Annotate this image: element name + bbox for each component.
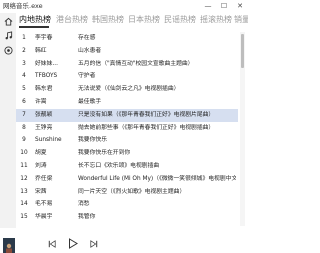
song-title: 我要你快乐: [78, 137, 107, 144]
active-tab-indicator: [19, 26, 49, 28]
album-art[interactable]: [3, 238, 15, 253]
song-artist: 刘涛: [35, 163, 47, 169]
song-number: 14: [20, 201, 28, 208]
song-row[interactable]: 6 许嵩 最佳歌手: [16, 96, 238, 109]
song-title: 只是没有如果（《那年青春我们正好》电视剧片尾曲）: [78, 111, 215, 118]
song-artist: Sunshine: [35, 137, 62, 144]
tab-korea[interactable]: 韩国热榜: [92, 15, 124, 25]
song-artist: 华晨宇: [35, 214, 53, 221]
song-artist: 王铮亮: [35, 124, 53, 131]
song-title: 存在感: [78, 35, 96, 41]
song-row[interactable]: 5 韩东君 无法说爱（《仙剑云之凡》电视剧插曲）: [16, 83, 238, 96]
song-artist: TFBOYS: [35, 73, 58, 80]
song-artist: 好妹妹...: [35, 60, 58, 67]
song-list: 1 李宇春 存在感 2 韩红 山水患者 3 好妹妹... 五月的信（"真情互动"校园文宣歌曲…: [16, 32, 238, 226]
tab-japan[interactable]: 日本热榜: [128, 15, 160, 25]
home-icon[interactable]: [0, 15, 16, 28]
song-number: 5: [22, 86, 26, 93]
song-title: 我管你: [78, 214, 96, 221]
previous-icon[interactable]: [46, 238, 58, 250]
song-artist: 韩红: [35, 47, 47, 54]
record-icon[interactable]: [0, 44, 16, 57]
song-number: 12: [20, 175, 28, 182]
song-row[interactable]: 2 韩红 山水患者: [16, 45, 238, 58]
song-row[interactable]: 13 宋茜 同一片天空（《烈火如歌》电视剧主题曲）: [16, 186, 238, 199]
song-artist: 李宇春: [35, 35, 53, 41]
song-artist: 胡夏: [35, 150, 47, 157]
music-note-icon[interactable]: [0, 29, 16, 42]
close-button[interactable]: ✕: [232, 0, 248, 13]
song-title: 同一片天空（《烈火如歌》电视剧主题曲）: [78, 188, 186, 195]
song-row[interactable]: 9 Sunshine 我要你快乐: [16, 134, 238, 147]
song-artist: 毛不易: [35, 201, 53, 208]
tab-hk-tw[interactable]: 港台热榜: [56, 15, 88, 25]
minimize-button[interactable]: —: [200, 0, 216, 13]
song-row-selected[interactable]: 7 张靓颖 只是没有如果（《那年青春我们正好》电视剧片尾曲）: [16, 108, 238, 122]
tab-sales[interactable]: 销量热: [234, 15, 248, 25]
song-row[interactable]: 15 华晨宇 我管你: [16, 211, 238, 224]
song-number: 1: [22, 35, 26, 41]
song-row[interactable]: 11 刘涛 长不忘口《欢乐颂》电视剧插曲: [16, 160, 238, 173]
play-icon[interactable]: [66, 236, 80, 250]
chart-tabs: 内地热榜 港台热榜 韩国热榜 日本热榜 民谣热榜 摇滚热榜 销量热: [16, 13, 248, 29]
song-number: 3: [22, 60, 26, 67]
song-title: 山水患者: [78, 47, 102, 54]
song-title: 五月的信（"真情互动"校园文宣歌曲主题曲）: [78, 60, 194, 67]
song-number: 10: [20, 150, 28, 157]
tab-folk[interactable]: 民谣热榜: [164, 15, 196, 25]
tab-rock[interactable]: 摇滚热榜: [200, 15, 232, 25]
song-number: 7: [22, 111, 26, 118]
song-number: 13: [20, 188, 28, 195]
song-title: 消愁: [78, 201, 90, 208]
app-title: 网络音乐.exe: [3, 2, 43, 10]
title-bar: 网络音乐.exe — ☐ ✕: [0, 0, 248, 13]
song-row[interactable]: 8 王铮亮 抛去她前那些事（《那年青春我们正好》电视剧插曲）: [16, 122, 238, 135]
song-row[interactable]: 14 毛不易 消愁: [16, 198, 238, 211]
song-row[interactable]: 12 乔任梁 Wonderful Life (Mi Oh My)（《微微一笑很倾城》…: [16, 173, 238, 186]
song-row[interactable]: 10 胡夏 我要你快乐在开到你: [16, 147, 238, 160]
song-row[interactable]: 1 李宇春 存在感: [16, 32, 238, 45]
song-title: Wonderful Life (Mi Oh My)（《微微一笑很倾城》电视剧中文…: [78, 175, 236, 182]
song-title: 无法说爱（《仙剑云之凡》电视剧插曲）: [78, 86, 180, 93]
sidebar: [0, 13, 16, 253]
song-artist: 韩东君: [35, 86, 53, 93]
window-controls: — ☐ ✕: [200, 0, 248, 13]
song-title: 长不忘口《欢乐颂》电视剧插曲: [78, 163, 160, 169]
song-title: 最佳歌手: [78, 99, 102, 105]
player-bar: [0, 228, 248, 253]
song-number: 9: [22, 137, 26, 144]
song-number: 2: [22, 47, 26, 54]
song-number: 8: [22, 124, 26, 131]
song-number: 15: [20, 214, 28, 221]
song-artist: 宋茜: [35, 188, 47, 195]
tab-mainland[interactable]: 内地热榜: [19, 15, 51, 25]
song-number: 6: [22, 99, 26, 105]
song-artist: 乔任梁: [35, 175, 53, 182]
song-number: 4: [22, 73, 26, 80]
maximize-button[interactable]: ☐: [216, 0, 232, 13]
song-artist: 张靓颖: [35, 111, 53, 118]
song-title: 我要你快乐在开到你: [78, 150, 131, 157]
song-title: 抛去她前那些事（《那年青春我们正好》电视剧插曲）: [78, 124, 215, 131]
song-artist: 许嵩: [35, 99, 47, 105]
song-number: 11: [20, 163, 28, 169]
scrollbar-thumb[interactable]: [241, 34, 244, 68]
song-row[interactable]: 4 TFBOYS 守护者: [16, 70, 238, 83]
next-icon[interactable]: [88, 238, 100, 250]
song-title: 守护者: [78, 73, 96, 80]
song-row[interactable]: 3 好妹妹... 五月的信（"真情互动"校园文宣歌曲主题曲）: [16, 58, 238, 71]
